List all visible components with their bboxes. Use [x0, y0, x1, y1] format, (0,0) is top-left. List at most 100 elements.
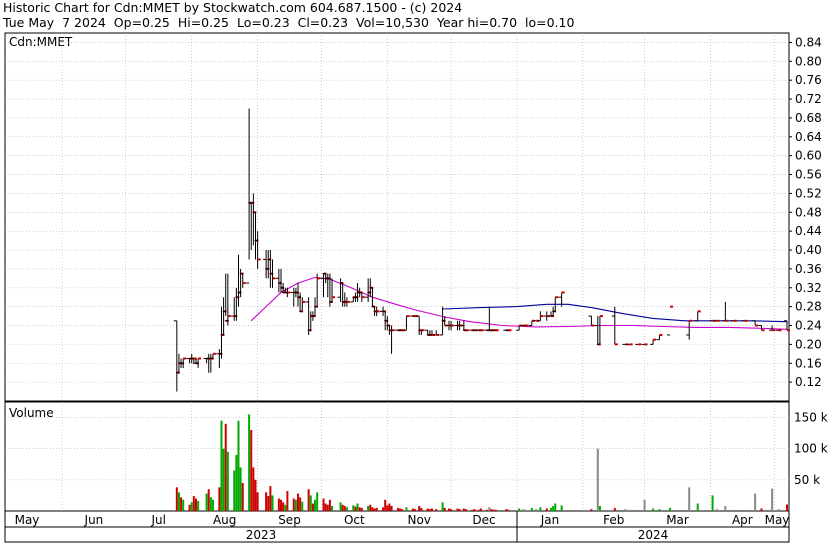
volume-bar — [237, 420, 240, 511]
month-label: Jun — [84, 513, 104, 527]
price-tick-label: 0.72 — [795, 92, 822, 106]
volume-bar — [220, 420, 223, 511]
price-tick-label: 0.48 — [795, 205, 822, 219]
volume-tick-label: 150 k — [794, 411, 828, 425]
volume-bar — [197, 501, 200, 511]
year-axis-band — [4, 526, 790, 543]
volume-bar — [307, 489, 310, 511]
price-tick-label: 0.44 — [795, 224, 822, 238]
volume-bar — [488, 507, 491, 511]
volume-bar — [345, 507, 348, 511]
month-label: Jul — [151, 513, 166, 527]
volume-bar — [326, 504, 329, 511]
volume-bar — [550, 507, 553, 511]
volume-tick-label: 100 k — [794, 442, 828, 456]
volume-bar — [507, 509, 510, 511]
volume-bar — [226, 451, 229, 511]
volume-bar — [360, 507, 363, 511]
volume-bar — [399, 508, 402, 511]
volume-bar — [250, 430, 253, 511]
volume-bar — [464, 509, 467, 511]
price-tick-label: 0.40 — [795, 243, 822, 257]
month-label: May — [15, 513, 40, 527]
volume-bar — [316, 492, 319, 511]
volume-bar — [441, 502, 444, 511]
volume-bar — [535, 509, 538, 511]
volume-bar — [265, 492, 268, 511]
year-label: 2024 — [638, 528, 669, 542]
volume-bar — [530, 507, 533, 511]
volume-bar — [522, 509, 525, 511]
volume-bar — [209, 497, 212, 511]
volume-bar — [643, 499, 646, 511]
volume-bar — [624, 509, 627, 511]
volume-bar — [518, 508, 521, 511]
volume-bar — [371, 507, 374, 511]
volume-bar — [190, 502, 193, 511]
price-tick-label: 0.52 — [795, 186, 822, 200]
volume-bar — [669, 507, 672, 511]
volume-bar — [175, 487, 178, 511]
volume-bar — [331, 506, 334, 511]
month-label: Aug — [213, 513, 236, 527]
volume-bar — [386, 505, 389, 511]
volume-bar — [224, 423, 227, 511]
volume-bar — [486, 509, 489, 511]
volume-bar — [786, 504, 788, 511]
volume-bar — [413, 509, 416, 511]
volume-bar — [771, 488, 774, 511]
volume-bar — [456, 508, 459, 511]
volume-bar — [715, 509, 718, 511]
volume-bar — [233, 470, 236, 511]
volume-bar — [194, 498, 197, 511]
volume-bar — [598, 506, 601, 511]
volume-panel-label: Volume — [9, 406, 54, 420]
volume-bar — [390, 506, 393, 511]
volume-bar — [411, 508, 414, 511]
volume-bar — [301, 501, 304, 511]
volume-bar — [297, 493, 300, 511]
price-tick-label: 0.80 — [795, 54, 822, 68]
volume-bar — [328, 499, 331, 511]
volume-bar — [401, 509, 404, 511]
volume-bar — [341, 504, 344, 511]
volume-bar — [352, 505, 355, 511]
price-tick-label: 0.60 — [795, 149, 822, 163]
volume-bar — [235, 454, 238, 511]
month-label: Feb — [603, 513, 624, 527]
volume-bar — [205, 493, 208, 511]
price-tick-label: 0.16 — [795, 356, 822, 370]
volume-bar — [367, 506, 370, 511]
price-tick-label: 0.20 — [795, 337, 822, 351]
price-panel-frame — [4, 32, 790, 402]
price-tick-label: 0.56 — [795, 168, 822, 182]
volume-bar — [282, 502, 285, 511]
volume-bar — [428, 509, 431, 511]
volume-bar — [284, 504, 287, 511]
volume-bar — [375, 507, 378, 511]
volume-bar — [637, 509, 640, 511]
volume-bar — [760, 508, 763, 511]
volume-bar — [294, 499, 297, 511]
volume-bar — [450, 509, 453, 511]
volume-bar — [322, 498, 325, 511]
price-tick-label: 0.68 — [795, 111, 822, 125]
volume-bar — [732, 509, 735, 511]
volume-bar — [505, 509, 508, 511]
volume-bar — [339, 502, 342, 511]
volume-bar — [369, 504, 372, 511]
price-tick-label: 0.32 — [795, 281, 822, 295]
chart-canvas: Historic Chart for Cdn:MMET by Stockwatc… — [0, 0, 830, 543]
volume-bar — [420, 507, 423, 511]
volume-bar — [458, 509, 461, 511]
volume-bar — [554, 503, 557, 511]
volume-bar — [471, 509, 474, 511]
volume-bar — [430, 508, 433, 511]
volume-bar — [239, 467, 242, 511]
volume-bar — [590, 509, 593, 511]
volume-bar — [267, 496, 270, 511]
volume-bar — [473, 509, 476, 511]
volume-bar — [354, 506, 357, 511]
volume-bar — [271, 495, 274, 511]
volume-bar — [280, 499, 283, 511]
